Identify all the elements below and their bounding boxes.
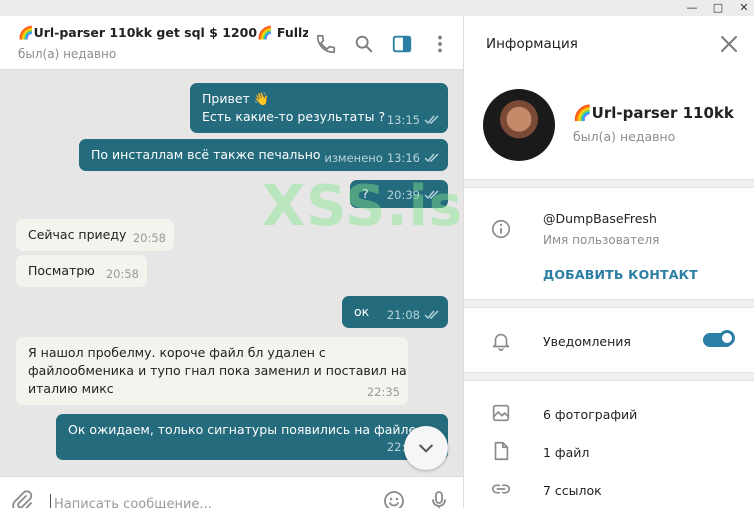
close-icon[interactable] — [719, 34, 739, 54]
chat-title[interactable]: 🌈Url-parser 110kk get sql $ 1200🌈 Fullzs… — [18, 25, 308, 41]
message-composer — [0, 476, 463, 508]
chat-pane: 🌈Url-parser 110kk get sql $ 1200🌈 Fullzs… — [0, 16, 463, 508]
search-icon[interactable] — [353, 33, 375, 55]
message-time: 21:08 — [386, 308, 420, 322]
section-divider — [464, 179, 754, 188]
message-time: 13:15 — [386, 113, 420, 127]
more-vertical-icon[interactable] — [429, 33, 451, 55]
close-window-button[interactable]: ✕ — [734, 0, 754, 16]
message-meta: 20:58 — [133, 229, 166, 247]
message-outgoing[interactable]: ок 21:08 — [342, 296, 448, 328]
message-incoming[interactable]: Я нашол пробелму. короче файл бл удален … — [16, 337, 408, 405]
username-label: Имя пользователя — [543, 233, 660, 247]
media-photos-link[interactable]: 6 фотографий — [543, 407, 637, 422]
profile-status: был(а) недавно — [573, 129, 676, 144]
file-icon — [494, 441, 509, 461]
message-time: 13:16 — [386, 151, 420, 165]
notifications-toggle[interactable] — [703, 330, 735, 347]
double-check-icon — [424, 115, 439, 125]
message-meta: 21:08 — [387, 306, 440, 324]
message-input[interactable] — [50, 494, 360, 508]
message-text: Ок ожидаем, только сигнатуры появились н… — [68, 422, 417, 437]
username-value[interactable]: @DumpBaseFresh — [543, 211, 657, 226]
sidebar-toggle-icon[interactable] — [391, 33, 413, 55]
section-divider — [464, 372, 754, 381]
media-links-link[interactable]: 7 ссылок — [543, 483, 602, 498]
notifications-label: Уведомления — [543, 334, 631, 349]
chevron-down-icon — [419, 444, 433, 453]
media-files-link[interactable]: 1 файл — [543, 445, 589, 460]
info-panel-title: Информация — [486, 36, 578, 52]
minimize-button[interactable]: — — [682, 0, 702, 16]
message-meta: 20:58 — [106, 265, 139, 283]
message-incoming[interactable]: Посматрю 20:58 — [16, 255, 147, 287]
message-time: 22:35 — [366, 385, 400, 399]
double-check-icon — [424, 310, 439, 320]
watermark: XSS.is — [262, 174, 464, 239]
attach-icon[interactable] — [10, 489, 34, 508]
message-meta: 13:15 — [387, 111, 440, 129]
link-icon — [491, 484, 511, 494]
message-meta: 22:35 — [367, 383, 400, 401]
message-outgoing[interactable]: Ок ожидаем, только сигнатуры появились н… — [56, 414, 448, 460]
message-incoming[interactable]: Сейчас приеду 20:58 — [16, 219, 174, 251]
bell-icon — [492, 333, 510, 351]
add-contact-button[interactable]: ДОБАВИТЬ КОНТАКТ — [543, 267, 698, 282]
message-outgoing[interactable]: По инсталлам всё также печально изменено… — [79, 139, 448, 171]
avatar[interactable] — [483, 89, 555, 161]
section-divider — [464, 299, 754, 308]
maximize-button[interactable]: □ — [708, 0, 728, 16]
window-titlebar: — □ ✕ — [0, 0, 754, 16]
message-list[interactable]: Привет 👋 Есть какие-то результаты ? 13:1… — [0, 71, 463, 464]
info-icon — [491, 219, 511, 239]
message-time: 20:58 — [132, 231, 166, 245]
profile-name: 🌈Url-parser 110kk — [573, 104, 734, 122]
info-panel: Информация 🌈Url-parser 110kk был(а) неда… — [464, 16, 754, 508]
photo-icon — [492, 404, 510, 422]
microphone-icon[interactable] — [427, 489, 451, 508]
scroll-to-bottom-button[interactable] — [404, 426, 448, 470]
message-text: Я нашол пробелму. короче файл бл удален … — [28, 345, 407, 396]
emoji-icon[interactable] — [382, 489, 406, 508]
chat-status: был(а) недавно — [18, 47, 117, 61]
message-time: 20:58 — [105, 267, 139, 281]
chat-header[interactable]: 🌈Url-parser 110kk get sql $ 1200🌈 Fullzs… — [0, 16, 463, 70]
message-outgoing[interactable]: Привет 👋 Есть какие-то результаты ? 13:1… — [190, 83, 448, 133]
phone-icon[interactable] — [315, 33, 337, 55]
message-edited-label: изменено — [324, 151, 383, 165]
double-check-icon — [424, 153, 439, 163]
message-meta: изменено 13:16 — [324, 149, 440, 167]
